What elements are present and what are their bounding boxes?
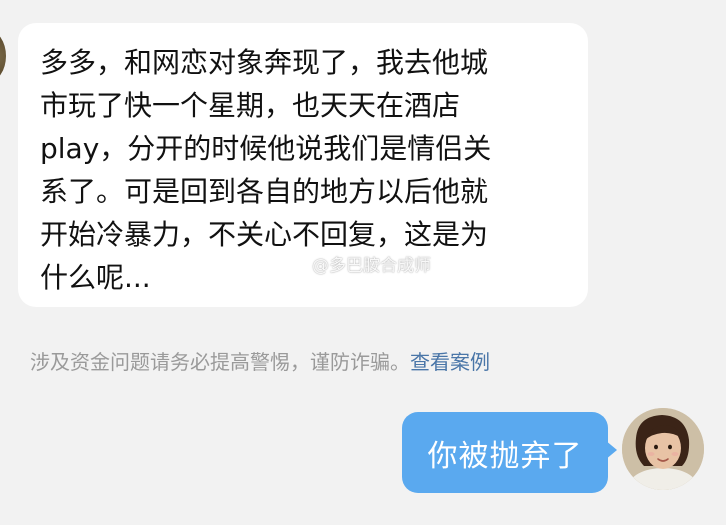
outgoing-message-bubble[interactable]: 你被抛弃了 bbox=[402, 412, 617, 493]
user-avatar-image bbox=[622, 408, 704, 490]
watermark-text: @多巴胺合成师 bbox=[312, 256, 431, 276]
watermark: @多巴胺合成师 bbox=[282, 251, 431, 276]
chat-screen: 多多，和网恋对象奔现了，我去他城 市玩了快一个星期，也天天在酒店 play，分开… bbox=[0, 0, 726, 525]
bubble-tail bbox=[605, 440, 617, 460]
outgoing-message-text: 你被抛弃了 bbox=[427, 438, 583, 474]
sender-avatar[interactable] bbox=[0, 30, 6, 82]
view-cases-link[interactable]: 查看案例 bbox=[410, 350, 490, 374]
user-avatar[interactable] bbox=[622, 408, 704, 490]
fraud-warning-text: 涉及资金问题请务必提高警惕，谨防诈骗。 bbox=[30, 350, 410, 374]
fraud-warning-notice: 涉及资金问题请务必提高警惕，谨防诈骗。查看案例 bbox=[30, 346, 490, 375]
weibo-icon bbox=[282, 254, 307, 274]
